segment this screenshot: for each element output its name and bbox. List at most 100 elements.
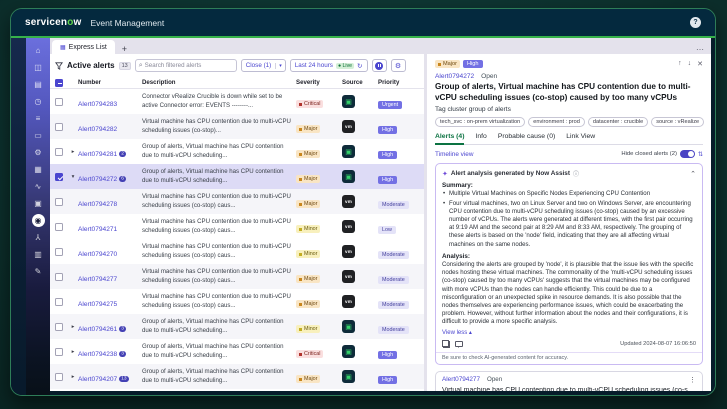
close-caret-icon[interactable]: ▾ [275, 62, 285, 69]
detail-tab[interactable]: Probable cause (0) [498, 133, 555, 144]
close-split-button[interactable]: Close (1) ▾ [240, 59, 286, 72]
table-row[interactable]: Alert0794275 Virtual machine has CPU con… [50, 289, 424, 314]
table-row[interactable]: ▸ Alert0794261 3 Group of alerts, Virtual… [50, 314, 424, 339]
detail-alert-link[interactable]: Alert0794272 [435, 73, 474, 80]
next-alert-icon[interactable]: ↓ [688, 60, 692, 68]
source-icon: ▣ [342, 320, 355, 333]
child-alert-link[interactable]: Alert0794277 [442, 376, 480, 383]
source-icon: vm [342, 220, 355, 233]
alert-number-link[interactable]: Alert0794272 [78, 176, 117, 183]
table-row[interactable]: ▸ Alert0794238 3 Group of alerts, Virtual… [50, 339, 424, 364]
event-management-icon[interactable]: ◉ [31, 214, 45, 227]
detail-tab[interactable]: Alerts (4) [435, 133, 465, 146]
kebab-menu-icon[interactable]: ⋮ [689, 376, 696, 384]
time-range-button[interactable]: Last 24 hours ● Live ↻ [289, 59, 368, 72]
table-row[interactable]: Alert0794282 Virtual machine has CPU con… [50, 114, 424, 139]
row-checkbox[interactable] [55, 172, 63, 181]
row-checkbox[interactable] [55, 372, 63, 381]
alert-number-link[interactable]: Alert0794282 [78, 126, 117, 133]
close-button-label[interactable]: Close (1) [242, 60, 276, 71]
row-checkbox[interactable] [55, 222, 63, 231]
expand-chevron-icon[interactable]: ▸ [68, 349, 78, 355]
table-row[interactable]: Alert0794277 Virtual machine has CPU con… [50, 264, 424, 289]
prev-alert-icon[interactable]: ↑ [678, 60, 682, 68]
display-icon[interactable]: ▭ [31, 129, 46, 142]
workspaces-icon[interactable]: ◫ [31, 61, 46, 74]
alert-number-link[interactable]: Alert0794261 [78, 326, 117, 333]
table-row[interactable]: Alert0794270 Virtual machine has CPU con… [50, 239, 424, 264]
table-row[interactable]: Alert0794278 Virtual machine has CPU con… [50, 189, 424, 214]
row-checkbox[interactable] [55, 197, 63, 206]
row-checkbox[interactable] [55, 247, 63, 256]
row-checkbox[interactable] [55, 322, 63, 331]
tab-express-list[interactable]: ▦ Express List [52, 40, 115, 54]
expand-chevron-icon[interactable]: ▾ [68, 174, 78, 180]
expand-chevron-icon[interactable]: ▸ [68, 374, 78, 380]
feedback-icon[interactable] [455, 340, 463, 349]
new-tab-button[interactable]: + [122, 45, 127, 54]
row-checkbox[interactable] [55, 97, 63, 106]
close-panel-icon[interactable]: ✕ [697, 60, 703, 68]
home-icon[interactable]: ⌂ [31, 44, 46, 57]
apps-icon[interactable]: ▦ [31, 163, 46, 176]
alert-number-link[interactable]: Alert0794207 [78, 376, 117, 383]
alert-number-link[interactable]: Alert0794278 [78, 201, 117, 208]
column-description[interactable]: Description [142, 79, 296, 86]
branch-icon[interactable]: ⅄ [31, 231, 46, 244]
row-checkbox[interactable] [55, 347, 63, 356]
alert-number-link[interactable]: Alert0794238 [78, 351, 117, 358]
info-icon[interactable]: ⓘ [573, 169, 579, 178]
detail-tab[interactable]: Info [475, 133, 486, 144]
row-checkbox[interactable] [55, 147, 63, 156]
alert-number-link[interactable]: Alert0794281 [78, 151, 117, 158]
search-input[interactable] [144, 62, 233, 69]
tab-overflow-button[interactable]: ⋯ [696, 45, 704, 54]
pause-live-button[interactable] [371, 59, 387, 72]
alert-number-link[interactable]: Alert0794270 [78, 251, 117, 258]
chart-icon[interactable]: ▥ [31, 248, 46, 261]
settings-icon[interactable]: ⚙ [31, 146, 46, 159]
table-row[interactable]: Alert0794271 Virtual machine has CPU con… [50, 214, 424, 239]
list-settings-button[interactable]: ⚙ [390, 59, 406, 72]
column-number[interactable]: Number [78, 79, 142, 86]
view-less-link[interactable]: View less ▴ [442, 329, 696, 336]
sort-icon[interactable]: ⇅ [698, 151, 703, 158]
search-box[interactable]: ⌕ [134, 59, 237, 72]
media-icon[interactable]: ▣ [31, 197, 46, 210]
source-icon: vm [342, 245, 355, 258]
agenda-icon[interactable]: ▤ [31, 78, 46, 91]
source-icon: ▣ [342, 370, 355, 383]
activity-icon[interactable]: ∿ [31, 180, 46, 193]
history-icon[interactable]: ◷ [31, 95, 46, 108]
alert-number-link[interactable]: Alert0794283 [78, 101, 117, 108]
hide-closed-toggle[interactable] [679, 150, 695, 159]
table-row[interactable]: Alert0794283 Connector vRealize Crucible… [50, 89, 424, 114]
help-icon[interactable]: ? [690, 17, 701, 28]
column-severity[interactable]: Severity [296, 79, 342, 86]
row-checkbox[interactable] [55, 122, 63, 131]
alert-number-link[interactable]: Alert0794271 [78, 226, 117, 233]
list-toolbar: Active alerts 13 ⌕ Close (1) ▾ [50, 54, 424, 77]
row-checkbox[interactable] [55, 272, 63, 281]
table-row[interactable]: ▸ Alert0794207 13 Group of alerts, Virtua… [50, 364, 424, 389]
column-source[interactable]: Source [342, 79, 378, 86]
table-row[interactable]: ▸ Alert0794281 2 Group of alerts, Virtual… [50, 139, 424, 164]
refresh-icon[interactable]: ↻ [357, 62, 362, 70]
select-all-checkbox[interactable] [55, 78, 63, 87]
edit-icon[interactable]: ✎ [31, 265, 46, 278]
alert-number-link[interactable]: Alert0794277 [78, 276, 117, 283]
table-row[interactable]: ▾ Alert0794272 6 Group of alerts, Virtual… [50, 164, 424, 189]
row-checkbox[interactable] [55, 297, 63, 306]
detail-tab[interactable]: Link View [566, 133, 595, 144]
timeline-view-link[interactable]: Timeline view [435, 151, 473, 158]
collapse-chevron-icon[interactable]: ⌃ [690, 170, 696, 178]
alert-number-link[interactable]: Alert0794275 [78, 301, 117, 308]
priority-badge: Moderate [378, 275, 409, 284]
expand-chevron-icon[interactable]: ▸ [68, 149, 78, 155]
source-icon: vm [342, 270, 355, 283]
column-priority[interactable]: Priority [378, 79, 424, 86]
expand-chevron-icon[interactable]: ▸ [68, 324, 78, 330]
list-icon[interactable]: ≡ [31, 112, 46, 125]
analysis-heading: Analysis: [442, 252, 470, 260]
copy-icon[interactable] [442, 339, 450, 348]
